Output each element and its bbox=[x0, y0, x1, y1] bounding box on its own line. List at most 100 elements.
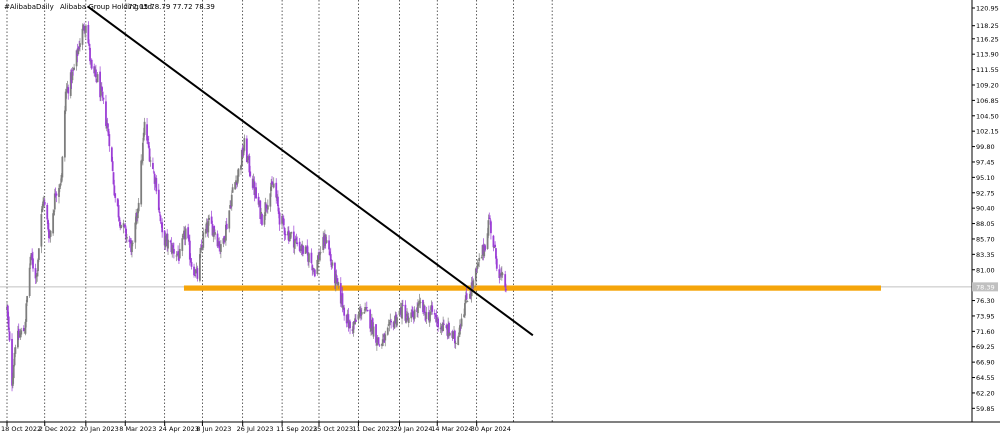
candle-bull bbox=[167, 239, 169, 249]
candle-bear bbox=[313, 268, 315, 270]
candle-bull bbox=[184, 228, 187, 240]
candle-bull bbox=[181, 238, 184, 251]
candle-bear bbox=[505, 289, 507, 291]
x-tick-label: 8 Mar 2023 bbox=[119, 425, 156, 433]
candle-bull bbox=[464, 303, 466, 316]
current-price-label: 78.39 bbox=[976, 283, 995, 291]
candle-bear bbox=[124, 225, 127, 227]
y-tick-label: 113.90 bbox=[976, 51, 999, 59]
candle-bull bbox=[26, 296, 29, 303]
candle-bear bbox=[255, 187, 257, 199]
candle-bear bbox=[277, 196, 279, 207]
candle-bull bbox=[73, 67, 75, 70]
candle-bear bbox=[173, 248, 175, 254]
candle-bear bbox=[196, 268, 199, 279]
candle-bull bbox=[141, 142, 144, 161]
candle-bear bbox=[390, 320, 393, 323]
candle-bear bbox=[102, 97, 105, 100]
candle-bear bbox=[152, 162, 154, 170]
y-tick-label: 88.05 bbox=[976, 220, 995, 228]
candle-bull bbox=[372, 326, 375, 337]
candle-bear bbox=[495, 258, 498, 269]
x-tick-label: 8 Jun 2023 bbox=[196, 425, 231, 433]
candle-bull bbox=[126, 237, 128, 239]
candle-bear bbox=[465, 293, 468, 300]
candle-bull bbox=[337, 282, 340, 286]
candle-bull bbox=[413, 309, 416, 319]
candle-bear bbox=[366, 309, 369, 312]
candle-bear bbox=[55, 193, 58, 196]
candle-bull bbox=[143, 121, 146, 135]
candle-bear bbox=[95, 69, 97, 78]
candle-bull bbox=[12, 364, 15, 379]
y-tick-label: 97.45 bbox=[976, 158, 995, 166]
candle-bull bbox=[231, 187, 234, 193]
y-tick-label: 66.90 bbox=[976, 359, 995, 367]
y-tick-label: 59.85 bbox=[976, 405, 995, 413]
candle-bull bbox=[40, 214, 43, 247]
candle-bear bbox=[101, 91, 104, 98]
candle-bull bbox=[202, 232, 205, 248]
candle-bull bbox=[266, 205, 269, 210]
candle-bear bbox=[108, 134, 111, 147]
chart-window[interactable]: 120.95 118.25 116.25 113.90 111.55 109.20 106.… bbox=[0, 0, 1000, 435]
plot-background bbox=[0, 0, 1000, 435]
candle-bull bbox=[386, 327, 389, 335]
price-chart[interactable]: 120.95 118.25 116.25 113.90 111.55 109.20 106.… bbox=[0, 0, 1000, 435]
x-tick-label: 26 Jul 2023 bbox=[237, 425, 274, 433]
candle-bull bbox=[460, 318, 463, 327]
candle-bear bbox=[378, 344, 381, 346]
candle-bear bbox=[328, 240, 330, 250]
candle-bull bbox=[178, 248, 181, 259]
chart-timeframe: Daily bbox=[36, 3, 54, 11]
candle-bull bbox=[230, 194, 233, 207]
y-tick-label: 92.75 bbox=[976, 189, 995, 197]
candle-bear bbox=[90, 59, 93, 69]
candle-bear bbox=[313, 269, 316, 277]
candle-bear bbox=[341, 293, 344, 308]
candle-bear bbox=[43, 201, 46, 205]
candle-bull bbox=[59, 183, 62, 186]
candle-bear bbox=[377, 337, 380, 344]
candle-bear bbox=[282, 218, 285, 226]
candle-bull bbox=[140, 160, 143, 205]
candle-bull bbox=[396, 317, 398, 326]
candle-bull bbox=[81, 28, 84, 45]
candle-bull bbox=[131, 242, 134, 244]
y-tick-label: 106.85 bbox=[976, 97, 999, 105]
candle-bear bbox=[369, 309, 372, 329]
x-tick-label: 2 Dec 2022 bbox=[39, 425, 76, 433]
candle-bull bbox=[14, 347, 17, 354]
candle-bear bbox=[158, 211, 161, 213]
y-tick-label: 109.20 bbox=[976, 81, 999, 89]
candle-bear bbox=[284, 234, 287, 236]
candle-bear bbox=[218, 241, 221, 249]
y-tick-label: 120.95 bbox=[976, 5, 999, 13]
candle-bull bbox=[419, 301, 422, 303]
candle-bear bbox=[161, 222, 164, 233]
y-tick-label: 104.50 bbox=[976, 112, 999, 120]
candle-bull bbox=[501, 273, 504, 275]
y-tick-label: 118.25 bbox=[976, 22, 999, 30]
y-tick-label: 90.40 bbox=[976, 205, 995, 213]
candle-bull bbox=[25, 303, 28, 322]
candle-bull bbox=[472, 280, 475, 288]
candle-bear bbox=[190, 261, 193, 267]
candle-bear bbox=[489, 218, 491, 220]
y-tick-label: 102.15 bbox=[976, 128, 999, 136]
candle-bear bbox=[225, 223, 228, 230]
support-zone bbox=[183, 285, 881, 291]
candle-bull bbox=[290, 231, 293, 234]
candle-bull bbox=[137, 202, 140, 212]
x-tick-label: 30 Apr 2024 bbox=[471, 425, 511, 433]
candle-bear bbox=[296, 242, 299, 245]
candle-bear bbox=[89, 47, 91, 62]
candle-bull bbox=[49, 230, 52, 237]
y-tick-label: 62.20 bbox=[976, 389, 995, 397]
x-tick-label: 25 Oct 2023 bbox=[313, 425, 353, 433]
candle-bull bbox=[457, 336, 460, 345]
candle-bear bbox=[67, 87, 70, 94]
candle-bear bbox=[484, 245, 486, 251]
chart-symbol: #Alibaba bbox=[4, 3, 36, 11]
candle-bull bbox=[478, 258, 481, 261]
